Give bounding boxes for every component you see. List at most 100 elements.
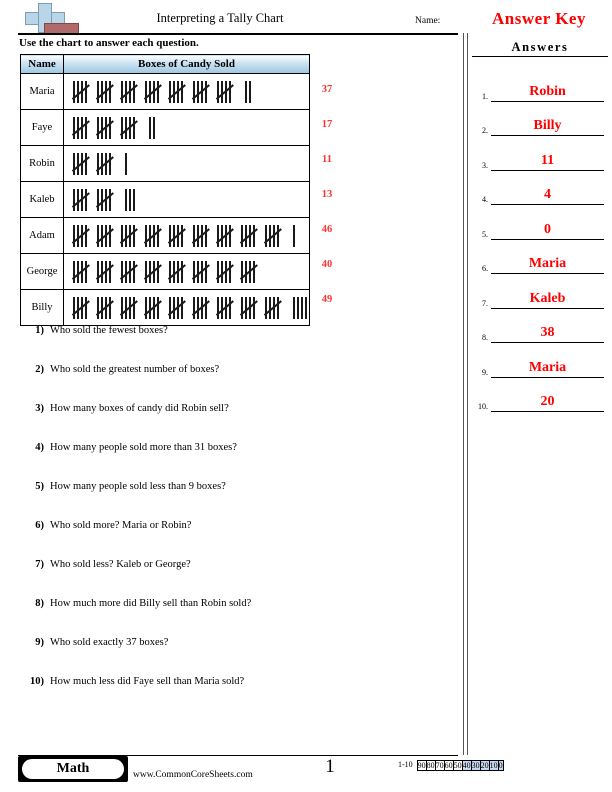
instructions-text: Use the chart to answer each question. [19, 37, 199, 49]
answer-number: 4. [482, 195, 488, 204]
tally-table-body: Maria Faye Robin Kaleb Adam George Billy [20, 73, 310, 326]
table-row: Robin [20, 145, 310, 182]
answer-number: 2. [482, 126, 488, 135]
table-cell-tally-marks [63, 73, 310, 110]
question-text: How many people sold less than 9 boxes? [50, 481, 226, 492]
question-item: 1) Who sold the fewest boxes? [22, 325, 442, 364]
tally-single-mark-icon [132, 188, 136, 211]
grading-scale-box: 70 [434, 760, 444, 771]
tally-group-of-five-icon [239, 296, 260, 319]
subject-badge: Math [18, 756, 128, 782]
question-text: How much more did Billy sell than Robin … [50, 598, 252, 609]
tally-group-of-five-icon [167, 80, 188, 103]
answer-value: 38 [540, 325, 555, 340]
question-number: 4) [35, 442, 44, 453]
tally-group-of-five-icon [143, 80, 164, 103]
table-row: Billy [20, 289, 310, 326]
question-number: 6) [35, 520, 44, 531]
answer-item: 5. 0 [472, 210, 608, 245]
page-number: 1 [325, 756, 335, 777]
question-text: How many people sold more than 31 boxes? [50, 442, 237, 453]
answer-number: 7. [482, 298, 488, 308]
table-row: Adam [20, 217, 310, 254]
table-cell-tally-marks [63, 217, 310, 254]
tally-group-of-five-icon [215, 224, 236, 247]
table-cell-tally-marks [63, 253, 310, 290]
tally-chart-table: Name Boxes of Candy Sold Maria Faye Robin K… [20, 54, 310, 326]
table-cell-tally-marks [63, 289, 310, 326]
answer-item: 4. 4 [472, 176, 608, 211]
tally-group-of-five-icon [95, 260, 116, 283]
answer-value: Kaleb [529, 290, 566, 306]
row-total-count: 11 [322, 154, 332, 165]
tally-group-of-five-icon [215, 80, 236, 103]
question-text: How much less did Faye sell than Maria s… [50, 676, 245, 687]
question-text: Who sold less? Kaleb or George? [50, 559, 191, 570]
table-row: Maria [20, 73, 310, 110]
answer-number: 10. [478, 402, 488, 411]
question-item: 2) Who sold the greatest number of boxes? [22, 364, 442, 403]
page-title: Interpreting a Tally Chart [156, 11, 284, 25]
tally-group-of-five-icon [71, 152, 92, 175]
row-total-count: 40 [321, 259, 333, 270]
question-item: 3) How many boxes of candy did Robin sell… [22, 403, 442, 442]
tally-group-of-five-icon [167, 224, 188, 247]
question-number: 8) [35, 598, 44, 609]
tally-single-mark-icon [248, 80, 252, 103]
grading-scale-box: 60 [443, 760, 453, 771]
table-cell-name: Billy [20, 289, 64, 326]
column-header-boxes: Boxes of Candy Sold [63, 54, 310, 74]
page-header: Interpreting a Tally Chart Name: Answer … [0, 0, 612, 36]
tally-group-of-five-icon [143, 296, 164, 319]
table-cell-name: Kaleb [20, 181, 64, 218]
question-text: Who sold more? Maria or Robin? [50, 520, 192, 531]
tally-marks [71, 151, 308, 177]
tally-group-of-five-icon [95, 224, 116, 247]
answer-item: 10. 20 [472, 383, 608, 418]
tearoff-divider-right [467, 33, 468, 755]
tally-group-of-five-icon [71, 260, 92, 283]
answer-item: 3. 11 [472, 141, 608, 176]
answers-list: 1. Robin 2. Billy 3. 11 4. 4 5. 0 6. Maria 7. Kaleb 8.… [472, 72, 608, 417]
grading-scale-box: 20 [479, 760, 489, 771]
answer-value: Billy [533, 118, 562, 133]
grading-scale: 1-10 9080706050403020100 [398, 757, 504, 771]
tally-group-of-five-icon [119, 116, 140, 139]
table-cell-name: Maria [20, 73, 64, 110]
table-cell-tally-marks [63, 181, 310, 218]
questions-list: 1) Who sold the fewest boxes? 2) Who sold t… [22, 325, 442, 715]
answer-value: Maria [528, 256, 567, 271]
answer-number: 6. [482, 264, 488, 273]
table-row: Kaleb [20, 181, 310, 218]
answers-heading: Answers [472, 40, 608, 57]
subject-badge-label: Math [22, 759, 124, 779]
table-cell-tally-marks [63, 145, 310, 182]
grading-scale-box: 10 [488, 760, 498, 771]
question-text: Who sold exactly 37 boxes? [50, 637, 169, 648]
question-text: How many boxes of candy did Robin sell? [50, 403, 229, 414]
grading-scale-box: 80 [425, 760, 435, 771]
grading-scale-box: 40 [461, 760, 471, 771]
answer-item: 8. 38 [472, 314, 608, 349]
answer-item: 9. Maria [472, 348, 608, 383]
name-label: Name: [415, 16, 441, 26]
tally-group-of-five-icon [167, 260, 188, 283]
tally-group-of-five-icon [71, 224, 92, 247]
question-item: 8) How much more did Billy sell than Robi… [22, 598, 442, 637]
answer-item: 2. Billy [472, 107, 608, 142]
site-url: www.CommonCoreSheets.com [133, 770, 253, 780]
tally-group-of-five-icon [263, 296, 284, 319]
grading-scale-box: 0 [497, 760, 504, 771]
table-cell-tally-marks [63, 109, 310, 146]
answer-item: 1. Robin [472, 72, 608, 107]
tally-marks [71, 187, 308, 213]
header-divider-rule [18, 33, 458, 35]
table-cell-name: George [20, 253, 64, 290]
tally-group-of-five-icon [215, 296, 236, 319]
tally-group-of-five-icon [191, 224, 212, 247]
grading-scale-box: 90 [416, 760, 426, 771]
row-total-count: 17 [321, 119, 333, 130]
tally-group-of-five-icon [167, 296, 188, 319]
tally-group-of-five-icon [95, 296, 116, 319]
table-row: Faye [20, 109, 310, 146]
